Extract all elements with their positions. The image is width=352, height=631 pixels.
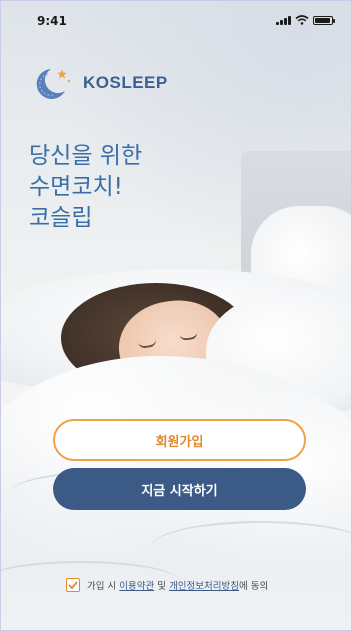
status-bar: 9:41: [1, 1, 351, 41]
start-now-button[interactable]: 지금 시작하기: [53, 468, 306, 510]
splash-screen: 9:41 KOSLEEP 당신을 위한 수면코치! 코슬립 회원가입 지금 시작…: [0, 0, 352, 631]
headline-line-3: 코슬립: [29, 205, 93, 231]
signal-icon: [276, 15, 291, 25]
headline: 당신을 위한 수면코치! 코슬립: [29, 141, 142, 234]
terms-of-service-link[interactable]: 이용약관: [119, 581, 154, 592]
headline-line-2: 수면코치!: [29, 174, 123, 200]
terms-consent: 가입 시 이용약관 및 개인정보처리방침에 동의: [66, 578, 268, 592]
status-time: 9:41: [37, 14, 67, 28]
checkmark-icon: [68, 581, 78, 589]
logo-wordmark: KOSLEEP: [83, 73, 168, 92]
status-icons: [276, 15, 335, 25]
headline-line-1: 당신을 위한: [29, 143, 143, 169]
signup-button[interactable]: 회원가입: [53, 419, 306, 461]
app-logo: KOSLEEP: [31, 65, 168, 101]
consent-checkbox[interactable]: [66, 578, 80, 592]
consent-suffix: 에 동의: [238, 581, 269, 592]
consent-conjunction: 및: [157, 581, 167, 592]
moon-star-logo-icon: [36, 69, 71, 99]
battery-icon: [313, 16, 335, 25]
privacy-policy-link[interactable]: 개인정보처리방침: [169, 581, 239, 592]
consent-prefix: 가입 시: [87, 581, 117, 592]
wifi-icon: [295, 15, 309, 25]
